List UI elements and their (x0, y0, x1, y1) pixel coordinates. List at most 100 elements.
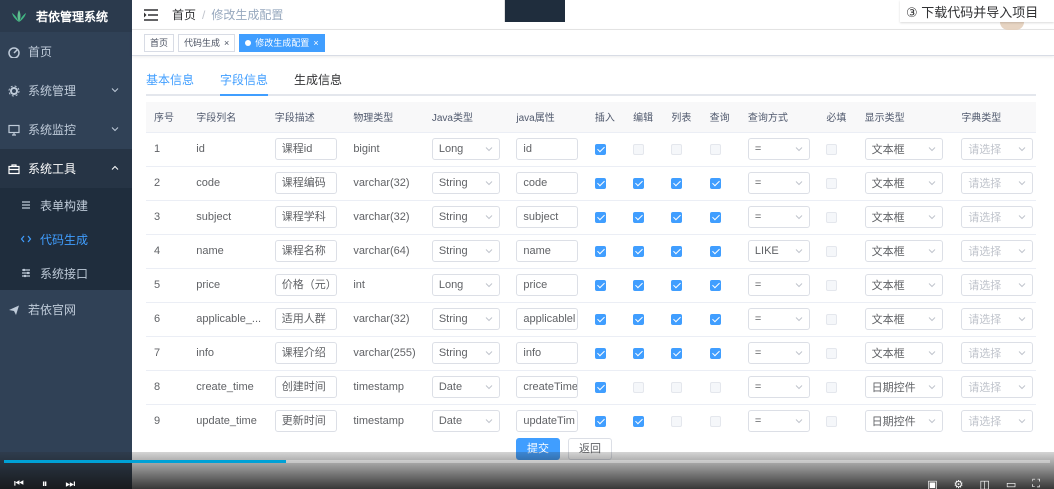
ins-checkbox[interactable] (594, 279, 606, 291)
show-type-select[interactable]: 日期控件 (864, 410, 943, 432)
field-desc-input[interactable]: 课程学科 (274, 206, 337, 228)
req-checkbox[interactable] (826, 313, 838, 325)
query-mode-select[interactable]: = (747, 342, 810, 364)
list-checkbox[interactable] (671, 381, 683, 393)
field-desc-input[interactable]: 课程id (274, 138, 337, 160)
tag-code-gen[interactable]: 代码生成 × (178, 33, 236, 52)
java-type-select[interactable]: Date (431, 376, 500, 398)
dict-type-select[interactable]: 请选择 (961, 410, 1034, 432)
java-type-select[interactable]: String (431, 172, 500, 194)
dict-type-select[interactable]: 请选择 (961, 206, 1034, 228)
edit-checkbox[interactable] (633, 211, 645, 223)
tab-field-info[interactable]: 字段信息 (220, 70, 269, 96)
tag-home[interactable]: 首页 (144, 33, 175, 52)
query-mode-select[interactable]: = (747, 308, 810, 330)
java-prop-input[interactable]: price (516, 274, 579, 296)
pause-icon[interactable]: ⏸ (42, 478, 48, 489)
avatar[interactable] (1000, 22, 1024, 30)
ins-checkbox[interactable] (594, 211, 606, 223)
query-mode-select[interactable]: LIKE (747, 240, 810, 262)
next-icon[interactable]: ⏭ (65, 478, 75, 489)
query-checkbox[interactable] (709, 177, 721, 189)
java-type-select[interactable]: String (431, 206, 500, 228)
hamburger-icon[interactable] (144, 8, 158, 21)
ins-checkbox[interactable] (594, 381, 606, 393)
close-icon[interactable]: × (313, 35, 318, 51)
sidebar-item-ruoyi-site[interactable]: 若依官网 (0, 290, 132, 329)
java-prop-input[interactable]: updateTim (516, 410, 579, 432)
show-type-select[interactable]: 文本框 (864, 342, 943, 364)
sidebar-item-system-monitor[interactable]: 系统监控 (0, 110, 132, 149)
tag-edit-gen-config[interactable]: 修改生成配置 × (239, 33, 325, 52)
show-type-select[interactable]: 文本框 (864, 240, 943, 262)
java-prop-input[interactable]: createTime (516, 376, 579, 398)
edit-checkbox[interactable] (633, 245, 645, 257)
edit-checkbox[interactable] (633, 313, 645, 325)
list-checkbox[interactable] (671, 143, 683, 155)
settings-icon[interactable]: ⚙ (954, 478, 964, 489)
query-checkbox[interactable] (709, 143, 721, 155)
java-type-select[interactable]: String (431, 342, 500, 364)
dict-type-select[interactable]: 请选择 (961, 274, 1034, 296)
java-type-select[interactable]: Long (431, 274, 500, 296)
show-type-select[interactable]: 文本框 (864, 308, 943, 330)
dict-type-select[interactable]: 请选择 (961, 308, 1034, 330)
tab-basic-info[interactable]: 基本信息 (146, 70, 194, 94)
danmaku-icon[interactable]: ▣ (927, 478, 937, 489)
pip-icon[interactable]: ◫ (979, 478, 989, 489)
query-mode-select[interactable]: = (747, 138, 810, 160)
ins-checkbox[interactable] (594, 245, 606, 257)
query-mode-select[interactable]: = (747, 172, 810, 194)
ins-checkbox[interactable] (594, 313, 606, 325)
logo[interactable]: 若依管理系统 (0, 0, 132, 32)
req-checkbox[interactable] (826, 211, 838, 223)
edit-checkbox[interactable] (633, 177, 645, 189)
field-desc-input[interactable]: 价格（元） (274, 274, 337, 296)
sidebar-item-system-api[interactable]: 系统接口 (0, 256, 132, 290)
edit-checkbox[interactable] (633, 279, 645, 291)
java-prop-input[interactable]: info (516, 342, 579, 364)
list-checkbox[interactable] (671, 177, 683, 189)
java-prop-input[interactable]: applicablel (516, 308, 579, 330)
sidebar-item-home[interactable]: 首页 (0, 32, 132, 71)
req-checkbox[interactable] (826, 347, 838, 359)
dict-type-select[interactable]: 请选择 (961, 138, 1034, 160)
show-type-select[interactable]: 文本框 (864, 172, 943, 194)
query-mode-select[interactable]: = (747, 410, 810, 432)
show-type-select[interactable]: 文本框 (864, 138, 943, 160)
field-desc-input[interactable]: 创建时间 (274, 376, 337, 398)
query-checkbox[interactable] (709, 245, 721, 257)
sidebar-item-form-build[interactable]: 表单构建 (0, 188, 132, 222)
java-prop-input[interactable]: subject (516, 206, 579, 228)
java-type-select[interactable]: Long (431, 138, 500, 160)
sidebar-item-code-gen[interactable]: 代码生成 (0, 222, 132, 256)
field-desc-input[interactable]: 课程介绍 (274, 342, 337, 364)
ins-checkbox[interactable] (594, 177, 606, 189)
java-prop-input[interactable]: code (516, 172, 579, 194)
list-checkbox[interactable] (671, 279, 683, 291)
edit-checkbox[interactable] (633, 347, 645, 359)
query-checkbox[interactable] (709, 415, 721, 427)
dict-type-select[interactable]: 请选择 (961, 240, 1034, 262)
query-mode-select[interactable]: = (747, 376, 810, 398)
widescreen-icon[interactable]: ▭ (1006, 478, 1016, 489)
query-checkbox[interactable] (709, 211, 721, 223)
previous-icon[interactable]: ⏮ (14, 478, 24, 489)
list-checkbox[interactable] (671, 245, 683, 257)
java-prop-input[interactable]: name (516, 240, 579, 262)
ins-checkbox[interactable] (594, 415, 606, 427)
query-checkbox[interactable] (709, 313, 721, 325)
edit-checkbox[interactable] (633, 143, 645, 155)
java-type-select[interactable]: String (431, 308, 500, 330)
java-prop-input[interactable]: id (516, 138, 579, 160)
field-desc-input[interactable]: 更新时间 (274, 410, 337, 432)
field-desc-input[interactable]: 课程名称 (274, 240, 337, 262)
req-checkbox[interactable] (826, 245, 838, 257)
dict-type-select[interactable]: 请选择 (961, 342, 1034, 364)
req-checkbox[interactable] (826, 177, 838, 189)
list-checkbox[interactable] (671, 347, 683, 359)
close-icon[interactable]: × (224, 35, 229, 51)
ins-checkbox[interactable] (594, 347, 606, 359)
fullscreen-icon[interactable]: ⛶ (1032, 478, 1040, 489)
dict-type-select[interactable]: 请选择 (961, 376, 1034, 398)
